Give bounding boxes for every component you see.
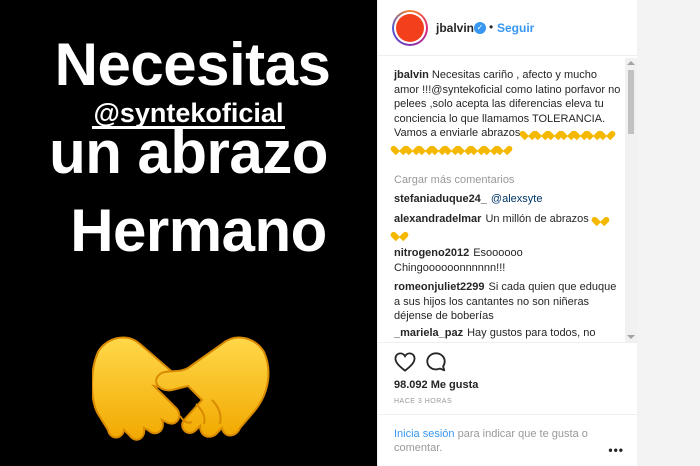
post-timestamp: HACE 3 HORAS bbox=[394, 398, 453, 405]
login-prompt: Inicia sesión para indicar que te gusta … bbox=[394, 427, 600, 455]
comment-item: _mariela_paz Hay gustos para todos, no bbox=[394, 326, 622, 341]
post-media[interactable]: Necesitas @syntekoficial un abrazo Herma… bbox=[0, 0, 377, 466]
header-separator: • bbox=[489, 20, 494, 34]
avatar[interactable] bbox=[392, 10, 428, 46]
caption-username-link[interactable]: jbalvin bbox=[394, 69, 429, 81]
heart-outline-icon[interactable] bbox=[394, 352, 416, 372]
post-sidebar: jbalvin ✓ • Seguir jbalvin Necesitas car… bbox=[377, 0, 638, 466]
avatar-border bbox=[394, 12, 426, 44]
post-header: jbalvin ✓ • Seguir bbox=[378, 0, 638, 56]
media-line-1: Necesitas bbox=[54, 31, 331, 98]
yellow-heart-icon bbox=[595, 213, 606, 223]
comment-item: stefaniaduque24_ @alexsyte bbox=[394, 192, 622, 207]
yellow-heart-icon bbox=[498, 142, 509, 152]
yellow-heart-icon bbox=[601, 127, 612, 137]
comment-username-link[interactable]: nitrogeno2012 bbox=[394, 247, 469, 259]
follow-button[interactable]: Seguir bbox=[497, 21, 534, 35]
comment-text: Un millón de abrazos bbox=[485, 213, 589, 225]
scrollbar-thumb[interactable] bbox=[628, 70, 634, 134]
login-bar: Inicia sesión para indicar que te gusta … bbox=[378, 414, 638, 466]
more-options-icon[interactable]: ••• bbox=[608, 443, 624, 457]
likes-count[interactable]: 98.092 Me gusta bbox=[394, 379, 478, 391]
comments-scrollbar[interactable] bbox=[625, 58, 637, 342]
yellow-heart-icon bbox=[394, 228, 405, 238]
comment-username-link[interactable]: romeonjuliet2299 bbox=[394, 281, 484, 293]
load-more-comments-link[interactable]: Cargar más comentarios bbox=[394, 174, 514, 186]
media-line-4: Hermano bbox=[70, 197, 327, 264]
caption: jbalvin Necesitas cariño , afecto y much… bbox=[394, 68, 622, 155]
comment-mention-link[interactable]: @alexsyte bbox=[491, 193, 543, 205]
handshake-emoji-icon bbox=[92, 336, 270, 441]
verified-badge-icon: ✓ bbox=[474, 22, 486, 34]
avatar-image bbox=[396, 14, 424, 42]
comment-username-link[interactable]: stefaniaduque24_ bbox=[394, 193, 487, 205]
comment-bubble-icon[interactable] bbox=[425, 351, 447, 373]
login-link[interactable]: Inicia sesión bbox=[394, 428, 455, 440]
comment-username-link[interactable]: _mariela_paz bbox=[394, 327, 463, 339]
header-username-link[interactable]: jbalvin bbox=[436, 21, 474, 35]
comments-panel[interactable]: jbalvin Necesitas cariño , afecto y much… bbox=[378, 56, 638, 342]
scroll-down-arrow-icon[interactable] bbox=[627, 335, 635, 339]
page-background bbox=[637, 0, 700, 466]
comment-username-link[interactable]: alexandradelmar bbox=[394, 213, 481, 225]
post-actions: 98.092 Me gusta HACE 3 HORAS bbox=[378, 342, 638, 422]
comment-item: nitrogeno2012 Esoooooo Chingoooooonnnnnn!… bbox=[394, 246, 622, 275]
comment-item: romeonjuliet2299 Si cada quien que eduque… bbox=[394, 280, 622, 324]
scroll-up-arrow-icon[interactable] bbox=[627, 61, 635, 65]
media-line-3: un abrazo bbox=[49, 119, 328, 186]
comment-item: alexandradelmar Un millón de abrazos bbox=[394, 212, 622, 241]
comment-text: Hay gustos para todos, no bbox=[467, 327, 596, 339]
